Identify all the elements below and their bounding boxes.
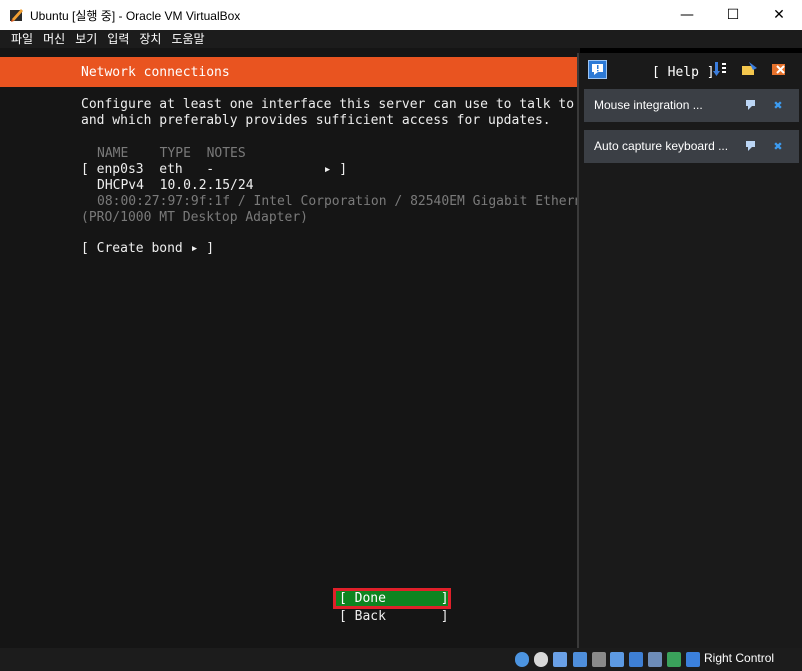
network-icon[interactable] [573,652,587,667]
back-button[interactable]: [ Back ] [339,609,449,625]
maximize-icon: ☐ [726,7,740,23]
create-bond-button[interactable]: [ Create bond ▸ ] [81,241,214,257]
notification-center: [ Help ] Mouse integration ... ✖ Auto ca… [577,53,802,648]
dhcpv4-row: DHCPv4 10.0.2.15/24 [97,178,254,193]
adapter-row: (PRO/1000 MT Desktop Adapter) [81,210,308,225]
sort-order-icon[interactable] [711,60,729,78]
notification-close-icon[interactable]: ✖ [771,139,785,153]
notification-help-icon[interactable] [745,98,759,112]
notification-mouse-integration[interactable]: Mouse integration ... ✖ [584,89,799,122]
notification-close-icon[interactable]: ✖ [771,98,785,112]
console-area[interactable]: Network connections Configure at least o… [0,48,802,648]
menu-devices[interactable]: 장치 [134,30,166,48]
intro-text-line-2: and which preferably provides sufficient… [81,113,551,128]
minimize-icon: — [680,7,694,23]
notification-help-icon[interactable] [745,139,759,153]
menu-input[interactable]: 입력 [102,30,134,48]
close-button[interactable]: ✕ [756,0,802,30]
page-title: Network connections [81,65,230,80]
maximize-button[interactable]: ☐ [710,0,756,30]
minimize-button[interactable]: — [664,0,710,30]
keep-notifications-icon[interactable] [741,60,759,78]
notification-auto-capture-keyboard[interactable]: Auto capture keyboard ... ✖ [584,130,799,163]
notification-toolbar [579,53,802,83]
display-icon[interactable] [629,652,643,667]
vm-screen[interactable]: Network connections Configure at least o… [0,48,802,648]
mouse-integration-icon[interactable] [686,652,700,667]
menu-bar: 파일 머신 보기 입력 장치 도움말 [0,30,802,48]
recording-icon[interactable] [648,652,662,667]
title-bar: Ubuntu [실행 중] - Oracle VM VirtualBox — ☐… [0,0,802,30]
notification-text: Mouse integration ... [594,98,703,112]
notification-text: Auto capture keyboard ... [594,139,729,153]
optical-drive-icon[interactable] [534,652,548,667]
done-button[interactable]: [ Done ] [339,591,449,607]
close-icon: ✕ [773,7,785,23]
table-header: NAME TYPE NOTES [97,146,246,161]
virtualbox-app-icon [10,9,23,22]
notification-center-icon[interactable] [588,60,607,79]
interface-enp0s3-row[interactable]: [ enp0s3 eth - ▸ ] [81,162,347,178]
hard-disk-icon[interactable] [515,652,529,667]
intro-text-line-1: Configure at least one interface this se… [81,97,575,112]
done-button-highlight[interactable]: [ Done ] [333,588,451,609]
remove-all-notifications-icon[interactable] [771,60,789,78]
menu-help[interactable]: 도움말 [166,30,209,48]
status-bar: Right Control [0,648,802,671]
usb-icon[interactable] [592,652,606,667]
host-key-label: Right Control [704,651,775,665]
menu-machine[interactable]: 머신 [38,30,70,48]
window-title: Ubuntu [실행 중] - Oracle VM VirtualBox [30,9,241,23]
menu-file[interactable]: 파일 [6,30,38,48]
cpu-icon[interactable] [667,652,681,667]
shared-folders-icon[interactable] [610,652,624,667]
audio-icon[interactable] [553,652,567,667]
menu-view[interactable]: 보기 [70,30,102,48]
